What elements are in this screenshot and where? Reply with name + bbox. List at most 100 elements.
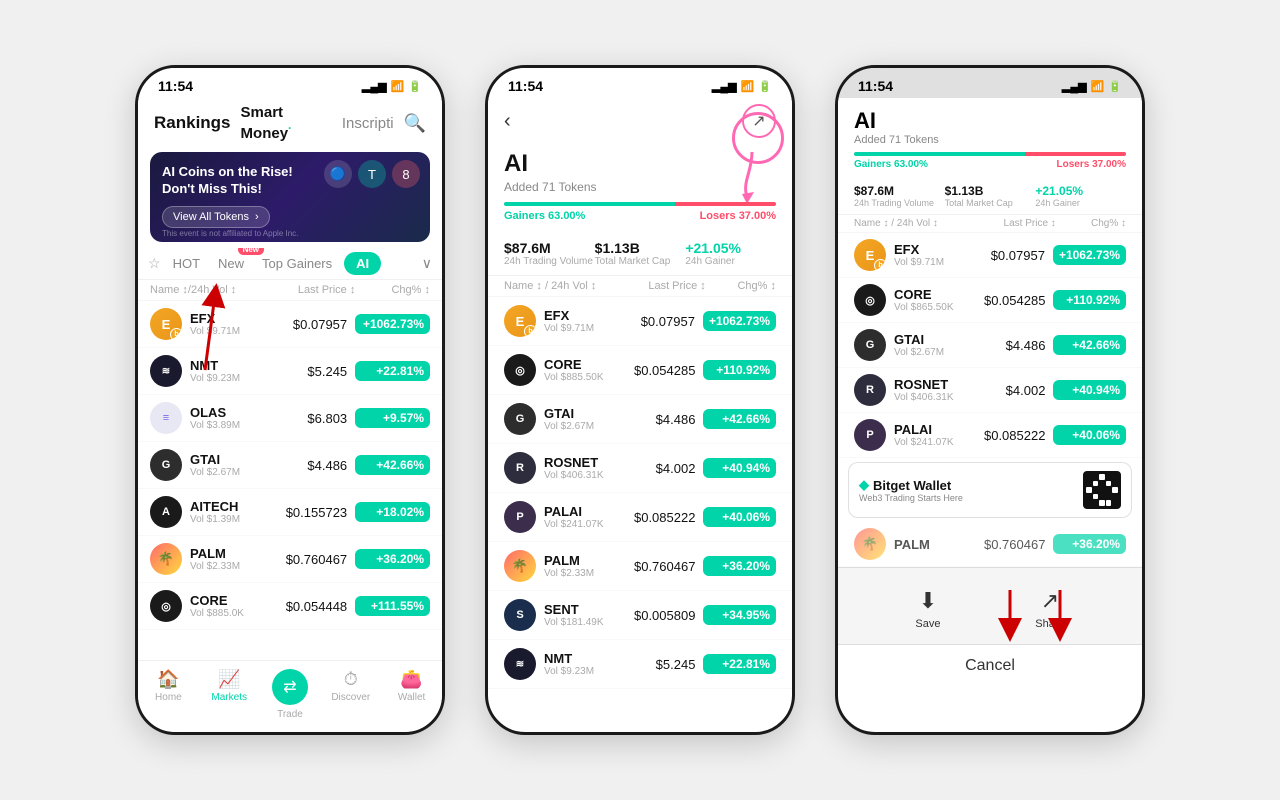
new-tab[interactable]: New New (212, 252, 250, 275)
p2-sent-vol: Vol $181.49K (544, 617, 620, 628)
palm-name: PALM (190, 546, 269, 561)
share-button[interactable]: ↗ (742, 104, 776, 138)
p3-gtai-vol: Vol $2.67M (894, 347, 970, 358)
p3-gainer-value: +21.05% (1035, 184, 1126, 198)
p3-core-name: CORE (894, 287, 970, 302)
save-action[interactable]: ⬇ Save (915, 588, 940, 630)
p3-row-palai[interactable]: P PALAI Vol $241.07K $0.085222 +40.06% (838, 413, 1142, 458)
coin-row-aitech[interactable]: A AITECH Vol $1.39M $0.155723 +18.02% (138, 489, 442, 536)
efx-name: EFX (190, 311, 269, 326)
wifi-icon: 📶 (391, 80, 405, 93)
p2-palai-vol: Vol $241.07K (544, 519, 620, 530)
p3-rosnet-icon: R (854, 374, 886, 406)
wallet-icon: 👛 (400, 669, 422, 690)
p2-row-sent[interactable]: S SENT Vol $181.49K $0.005809 +34.95% (488, 591, 792, 640)
p1-banner: AI Coins on the Rise!Don't Miss This! Vi… (150, 152, 430, 242)
aitech-vol: Vol $1.39M (190, 514, 269, 525)
more-tabs-icon[interactable]: ∨ (422, 255, 432, 272)
p3-row-core[interactable]: ◎ CORE Vol $865.50K $0.054285 +110.92% (838, 278, 1142, 323)
gainers-pct: Gainers 63.00% (504, 210, 585, 222)
p2-rosnet-chg: +40.94% (703, 458, 776, 478)
banner-disclaimer: This event is not affiliated to Apple In… (162, 229, 298, 238)
p2-sent-price: $0.005809 (620, 608, 696, 623)
p2-rosnet-vol: Vol $406.31K (544, 470, 620, 481)
gainers-bar (504, 202, 675, 206)
p2-row-nmt[interactable]: ≋ NMT Vol $9.23M $5.245 +22.81% (488, 640, 792, 689)
p3-gainers-bar (854, 152, 1025, 156)
signal-icon-3: ▂▄▆ (1062, 80, 1087, 93)
coin-row-nmt[interactable]: ≋ NMT Vol $9.23M $5.245 +22.81% (138, 348, 442, 395)
hot-tab[interactable]: HOT (167, 252, 206, 275)
p2-core-info: CORE Vol $885.50K (544, 357, 620, 383)
p2-row-palai[interactable]: P PALAI Vol $241.07K $0.085222 +40.06% (488, 493, 792, 542)
banner-icon-1: 🔵 (324, 160, 352, 188)
coin-row-olas[interactable]: ≡ OLAS Vol $3.89M $6.803 +9.57% (138, 395, 442, 442)
p3-row-efx[interactable]: Eb EFX Vol $9.71M $0.07957 +1062.73% (838, 233, 1142, 278)
p3-row-gtai[interactable]: G GTAI Vol $2.67M $4.486 +42.66% (838, 323, 1142, 368)
p2-row-efx[interactable]: Eb EFX Vol $9.71M $0.07957 +1062.73% (488, 297, 792, 346)
p3-palm-partial-info: PALM (894, 537, 970, 552)
nmt-icon: ≋ (150, 355, 182, 387)
smart-money-tab[interactable]: Smart Money· (241, 104, 332, 142)
rankings-tab[interactable]: Rankings (154, 113, 231, 133)
coin-row-palm[interactable]: 🌴 PALM Vol $2.33M $0.760467 +36.20% (138, 536, 442, 583)
view-all-tokens-button[interactable]: View All Tokens › (162, 206, 270, 228)
p2-row-core[interactable]: ◎ CORE Vol $885.50K $0.054285 +110.92% (488, 346, 792, 395)
search-icon[interactable]: 🔍 (404, 113, 426, 134)
p2-subtitle: Added 71 Tokens (504, 180, 776, 194)
trading-vol-label: 24h Trading Volume (504, 256, 595, 267)
p2-gainers-row: Gainers 63.00% Losers 37.00% (504, 210, 776, 222)
ai-tab[interactable]: AI (344, 252, 381, 275)
cancel-button[interactable]: Cancel (838, 644, 1142, 687)
back-button[interactable]: ‹ (504, 110, 511, 133)
p3-core-info: CORE Vol $865.50K (894, 287, 970, 313)
efx-vol: Vol $9.71M (190, 326, 269, 337)
efx-info: EFX Vol $9.71M (190, 311, 269, 337)
p2-palm-vol: Vol $2.33M (544, 568, 620, 579)
efx-badge: b (170, 328, 182, 340)
p3-th-chg: Chg% ↕ (1056, 218, 1126, 229)
p2-sent-chg: +34.95% (703, 605, 776, 625)
p2-row-gtai[interactable]: G GTAI Vol $2.67M $4.486 +42.66% (488, 395, 792, 444)
nav-markets[interactable]: 📈 Markets (199, 669, 260, 720)
top-gainers-tab[interactable]: Top Gainers (256, 252, 338, 275)
p3-row-rosnet[interactable]: R ROSNET Vol $406.31K $4.002 +40.94% (838, 368, 1142, 413)
discover-label: Discover (331, 692, 370, 703)
share-action[interactable]: ↗ Share (1035, 588, 1064, 630)
p2-sent-info: SENT Vol $181.49K (544, 602, 620, 628)
nav-wallet[interactable]: 👛 Wallet (381, 669, 442, 720)
p2-th-chg: Chg% ↕ (706, 280, 776, 292)
losers-bar (675, 202, 776, 206)
efx-price: $0.07957 (269, 317, 348, 332)
share-icon: ↗ (1041, 588, 1059, 614)
p3-efx-name: EFX (894, 242, 969, 257)
p2-rosnet-name: ROSNET (544, 455, 620, 470)
p2-row-rosnet[interactable]: R ROSNET Vol $406.31K $4.002 +40.94% (488, 444, 792, 493)
p3-title: AI (854, 108, 1126, 134)
bitget-info: ◆ Bitget Wallet Web3 Trading Starts Here (859, 477, 963, 503)
inscripti-tab[interactable]: Inscripti (342, 115, 394, 132)
nav-discover[interactable]: ⏱ Discover (320, 669, 381, 720)
core-chg: +111.55% (355, 596, 430, 616)
p2-title: AI (504, 150, 776, 178)
p3-title-section: AI Added 71 Tokens Gainers 63.00% Losers… (838, 98, 1142, 178)
p2-header: ‹ ↗ (488, 98, 792, 146)
p2-nmt-price: $5.245 (620, 657, 696, 672)
coin-row-core[interactable]: ◎ CORE Vol $885.0K $0.054448 +111.55% (138, 583, 442, 630)
discover-icon: ⏱ (344, 669, 358, 690)
palm-info: PALM Vol $2.33M (190, 546, 269, 572)
nav-home[interactable]: 🏠 Home (138, 669, 199, 720)
coin-row-efx[interactable]: Eb EFX Vol $9.71M $0.07957 +1062.73% (138, 301, 442, 348)
p3-palm-partial-icon: 🌴 (854, 528, 886, 560)
star-tab[interactable]: ☆ (148, 255, 161, 272)
wallet-label: Wallet (398, 692, 425, 703)
p2-gtai-price: $4.486 (620, 412, 696, 427)
nav-trade[interactable]: ⇄ Trade (260, 669, 321, 720)
trade-button[interactable]: ⇄ (272, 669, 308, 705)
p3-efx-chg: +1062.73% (1053, 245, 1126, 265)
coin-row-gtai[interactable]: G GTAI Vol $2.67M $4.486 +42.66% (138, 442, 442, 489)
p3-content: AI Added 71 Tokens Gainers 63.00% Losers… (838, 98, 1142, 732)
p2-row-palm[interactable]: 🌴 PALM Vol $2.33M $0.760467 +36.20% (488, 542, 792, 591)
share-sheet: ⬇ Save ↗ Share Cancel (838, 567, 1142, 687)
phone-2: 11:54 ▂▄▆ 📶 🔋 ‹ ↗ AI Added 71 Tokens (485, 65, 795, 735)
